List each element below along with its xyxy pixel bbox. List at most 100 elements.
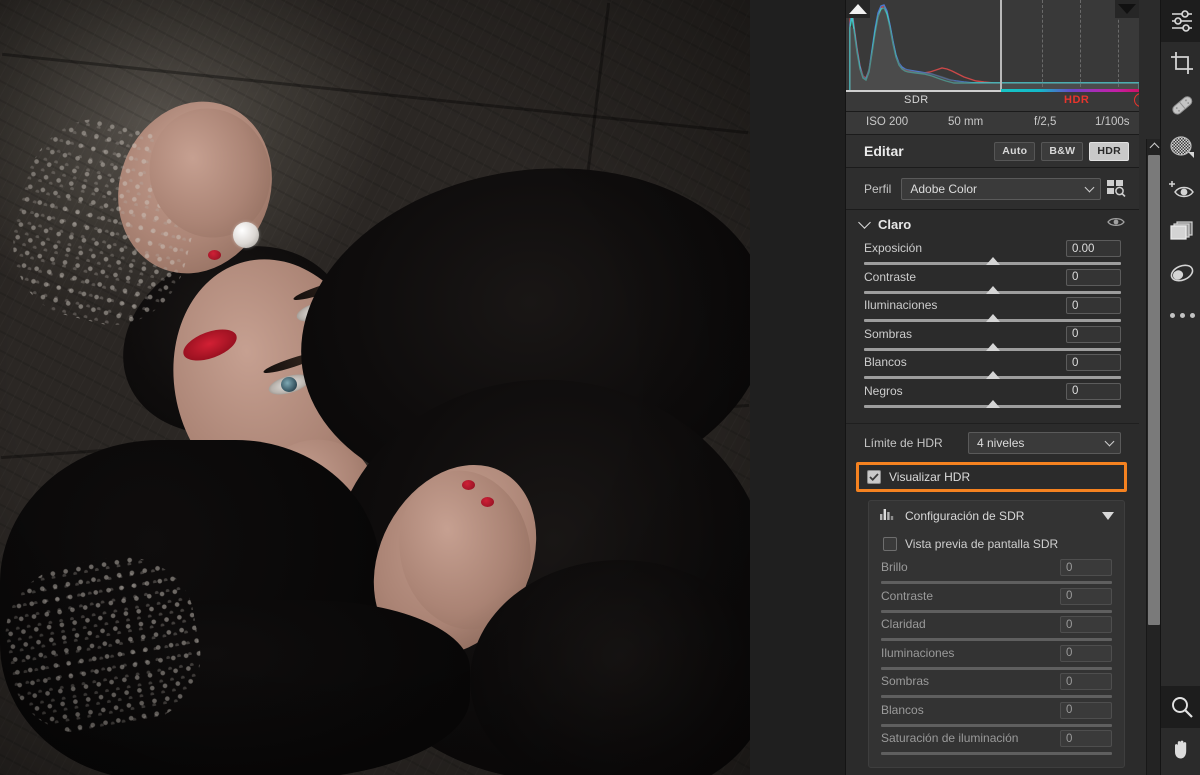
light-section-header[interactable]: Claro xyxy=(846,210,1139,238)
slider-value[interactable]: 0 xyxy=(1066,382,1121,400)
histogram-plot[interactable] xyxy=(846,0,1139,93)
slider-value[interactable]: 0 xyxy=(1066,325,1121,343)
slider-contraste[interactable]: Contraste 0 xyxy=(846,268,1139,298)
sdr-slider-blancos[interactable]: Blancos 0 xyxy=(869,701,1124,731)
slider-label: Blancos xyxy=(881,702,924,717)
slider-sombras[interactable]: Sombras 0 xyxy=(846,325,1139,355)
panel-scrollbar[interactable] xyxy=(1146,139,1160,775)
slider-label: Iluminaciones xyxy=(881,645,955,660)
slider-label: Exposición xyxy=(864,241,923,255)
slider-track[interactable] xyxy=(881,666,1112,670)
scrollbar-thumb[interactable] xyxy=(1148,155,1160,625)
shadow-clipping-button[interactable] xyxy=(846,0,870,18)
slider-value[interactable]: 0 xyxy=(1060,644,1112,662)
slider-value[interactable]: 0 xyxy=(1066,354,1121,371)
slider-thumb[interactable] xyxy=(985,371,1000,379)
sdr-preview-label: Vista previa de pantalla SDR xyxy=(905,537,1059,551)
red-eye-icon xyxy=(1169,181,1194,198)
sdr-slider-brillo[interactable]: Brillo 0 xyxy=(869,559,1124,588)
slider-track[interactable] xyxy=(881,752,1112,755)
hdr-button[interactable]: HDR xyxy=(1089,141,1129,161)
slider-value[interactable]: 0 xyxy=(1060,616,1112,633)
edited-photo[interactable] xyxy=(0,0,750,775)
slider-value[interactable]: 0 xyxy=(1066,268,1121,286)
slider-thumb[interactable] xyxy=(985,314,1000,322)
sdr-preview-row[interactable]: Vista previa de pantalla SDR xyxy=(869,531,1124,557)
slider-value[interactable]: 0 xyxy=(1060,730,1112,747)
masking-tool[interactable] xyxy=(1161,126,1200,168)
photo-canvas[interactable] xyxy=(0,0,845,775)
crop-tool[interactable] xyxy=(1161,42,1200,84)
sdr-slider-iluminaciones[interactable]: Iluminaciones 0 xyxy=(869,644,1124,674)
hdr-clip-warning-icon[interactable]: ! xyxy=(1134,93,1139,107)
histogram-panel[interactable]: SDR HDR ! xyxy=(846,0,1139,112)
slider-track[interactable] xyxy=(864,257,1121,265)
red-eye-tool[interactable] xyxy=(1161,168,1200,210)
profile-browser-button[interactable] xyxy=(1101,180,1131,197)
highlight-clipping-button[interactable] xyxy=(1115,0,1139,18)
profile-select[interactable]: Adobe Color xyxy=(901,177,1101,200)
sdr-slider-contraste[interactable]: Contraste 0 xyxy=(869,587,1124,617)
visibility-toggle[interactable] xyxy=(1107,215,1125,233)
slider-negros[interactable]: Negros 0 xyxy=(846,382,1139,412)
histogram-bars-icon xyxy=(879,507,895,526)
masking-icon xyxy=(1170,136,1194,158)
visualize-hdr-highlight: Visualizar HDR xyxy=(856,462,1127,492)
checkmark-icon xyxy=(869,473,879,481)
slider-track[interactable] xyxy=(864,371,1121,379)
slider-value[interactable]: 0 xyxy=(1060,587,1112,605)
healing-brush-tool[interactable] xyxy=(1161,84,1200,126)
slider-value[interactable]: 0 xyxy=(1060,559,1112,576)
slider-thumb[interactable] xyxy=(985,342,1000,351)
sdr-settings-header[interactable]: Configuración de SDR xyxy=(869,501,1124,531)
histogram-stop-gridline xyxy=(1080,0,1081,92)
hand-tool[interactable] xyxy=(1161,728,1200,770)
slider-value[interactable]: 0 xyxy=(1060,673,1112,690)
slider-label: Blancos xyxy=(864,355,907,369)
visualize-hdr-checkbox[interactable] xyxy=(867,470,881,484)
hand-icon xyxy=(1175,740,1187,759)
slider-track[interactable] xyxy=(881,695,1112,698)
sdr-slider-claridad[interactable]: Claridad 0 xyxy=(869,616,1124,645)
auto-button[interactable]: Auto xyxy=(994,141,1036,161)
sdr-preview-checkbox[interactable] xyxy=(883,537,897,551)
chevron-down-icon xyxy=(1084,182,1095,192)
scroll-up-button[interactable] xyxy=(1147,139,1161,153)
triangle-down-icon[interactable] xyxy=(1102,512,1114,520)
slider-track[interactable] xyxy=(864,399,1121,408)
histogram-range-labels: SDR HDR ! xyxy=(846,92,1139,112)
zoom-tool[interactable] xyxy=(1161,686,1200,728)
edit-panel-title: Editar xyxy=(864,143,904,159)
slider-track[interactable] xyxy=(864,314,1121,322)
edit-sliders-tool[interactable] xyxy=(1161,0,1200,42)
slider-label: Sombras xyxy=(864,326,913,341)
slider-thumb[interactable] xyxy=(985,285,1000,294)
slider-track[interactable] xyxy=(881,609,1112,613)
crop-icon xyxy=(1171,52,1193,74)
eye-icon xyxy=(1107,217,1125,227)
more-options-tool[interactable] xyxy=(1161,294,1200,336)
slider-thumb[interactable] xyxy=(985,399,1000,408)
slider-iluminaciones[interactable]: Iluminaciones 0 xyxy=(846,297,1139,326)
sdr-slider-saturacion-iluminacion[interactable]: Saturación de iluminación 0 xyxy=(869,730,1124,759)
slider-track[interactable] xyxy=(881,581,1112,584)
slider-blancos[interactable]: Blancos 0 xyxy=(846,354,1139,383)
sdr-settings-panel: Configuración de SDR Vista previa de pan… xyxy=(868,500,1125,768)
slider-value[interactable]: 0.00 xyxy=(1066,240,1121,257)
presets-tool[interactable] xyxy=(1161,252,1200,294)
slider-label: Sombras xyxy=(881,674,930,688)
slider-value[interactable]: 0 xyxy=(1066,297,1121,314)
sdr-slider-sombras[interactable]: Sombras 0 xyxy=(869,673,1124,702)
slider-value[interactable]: 0 xyxy=(1060,701,1112,719)
slider-track[interactable] xyxy=(864,342,1121,351)
slider-exposicion[interactable]: Exposición 0.00 xyxy=(846,240,1139,269)
versions-tool[interactable] xyxy=(1161,210,1200,252)
slider-track[interactable] xyxy=(881,723,1112,727)
slider-track[interactable] xyxy=(881,638,1112,641)
bw-button[interactable]: B&W xyxy=(1041,141,1084,161)
slider-thumb[interactable] xyxy=(985,257,1000,265)
slider-track[interactable] xyxy=(864,285,1121,294)
more-dots-icon xyxy=(1169,312,1195,318)
hdr-limit-select[interactable]: 4 niveles xyxy=(968,432,1121,454)
profile-label: Perfil xyxy=(864,181,892,196)
